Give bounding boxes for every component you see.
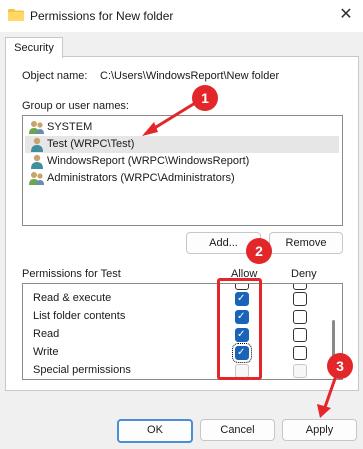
close-button[interactable]: ✕ <box>335 5 357 25</box>
object-name-value: C:\Users\WindowsReport\New folder <box>100 70 280 82</box>
annotation-badge-2: 2 <box>246 238 272 264</box>
read-deny-checkbox[interactable] <box>293 328 307 342</box>
ok-button[interactable]: OK <box>117 419 193 443</box>
list-item-label: Test (WRPC\Test) <box>47 138 135 150</box>
user-icon <box>31 154 43 169</box>
special-deny-checkbox <box>293 364 307 378</box>
annotation-badge-3: 3 <box>327 353 353 379</box>
cancel-button[interactable]: Cancel <box>200 419 275 441</box>
folder-icon <box>8 9 24 21</box>
list-item-windowsreport[interactable]: WindowsReport (WRPC\WindowsReport) <box>25 153 339 170</box>
deny-column-header: Deny <box>291 268 317 280</box>
list-item-label: WindowsReport (WRPC\WindowsReport) <box>47 155 250 167</box>
users-group-icon <box>29 172 44 185</box>
permission-row-special: Special permissions <box>33 364 131 376</box>
annotation-badge-1: 1 <box>192 85 218 111</box>
permission-row-write: Write <box>33 346 59 358</box>
user-icon <box>31 137 43 152</box>
list-folder-deny-checkbox[interactable] <box>293 310 307 324</box>
apply-button[interactable]: Apply <box>282 419 357 441</box>
tab-security[interactable]: Security <box>5 37 63 58</box>
permissions-label: Permissions for Test <box>22 268 121 280</box>
list-item-label: Administrators (WRPC\Administrators) <box>47 172 235 184</box>
read-execute-deny-checkbox[interactable] <box>293 292 307 306</box>
permission-row-read-execute: Read & execute <box>33 292 112 304</box>
annotation-highlight-allow <box>217 278 262 380</box>
users-group-icon <box>29 121 44 134</box>
permission-row-read: Read <box>33 328 60 340</box>
window-title: Permissions for New folder <box>30 9 174 23</box>
list-item-label: SYSTEM <box>47 121 93 133</box>
object-name-label: Object name: <box>22 70 88 82</box>
group-users-label: Group or user names: <box>22 100 129 112</box>
remove-button[interactable]: Remove <box>269 232 343 254</box>
permission-row-list-folder: List folder contents <box>33 310 126 322</box>
tab-label: Security <box>14 42 54 54</box>
write-deny-checkbox[interactable] <box>293 346 307 360</box>
partial-row-deny-checkbox[interactable] <box>293 284 307 290</box>
permissions-list[interactable]: Read & execute List folder contents Read… <box>22 283 343 380</box>
list-item-administrators[interactable]: Administrators (WRPC\Administrators) <box>25 170 339 187</box>
